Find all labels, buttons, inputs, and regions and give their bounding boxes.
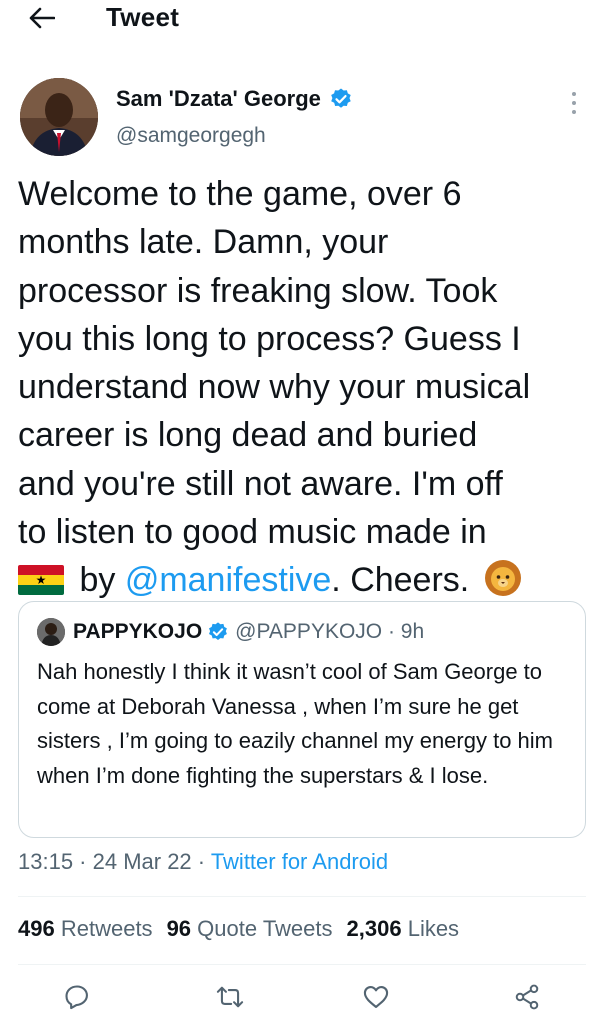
author-handle[interactable]: @samgeorgegh <box>116 124 266 148</box>
tweet-tail: . Cheers. <box>331 561 479 600</box>
tweet-text: Welcome to the game, over 6 months late.… <box>18 170 590 605</box>
action-bar <box>0 982 604 1018</box>
likes-stat[interactable]: 2,306 Likes <box>347 916 460 941</box>
retweets-label: Retweets <box>60 916 153 941</box>
likes-label: Likes <box>407 916 460 941</box>
timestamp-time: 13:15 · 24 Mar 22 · <box>18 849 211 874</box>
author-name-row[interactable]: Sam 'Dzata' George <box>116 86 353 112</box>
verified-badge-icon <box>209 622 228 640</box>
retweets-count: 496 <box>18 916 55 941</box>
mention-link[interactable]: @manifestive <box>125 561 331 599</box>
quoted-meta: @PAPPYKOJO · 9h <box>235 620 425 643</box>
author-name[interactable]: Sam 'Dzata' George <box>116 86 321 112</box>
quoted-avatar[interactable] <box>37 618 65 646</box>
quote-tweets-stat[interactable]: 96 Quote Tweets <box>167 916 333 941</box>
tweet-stats: 496 Retweets 96 Quote Tweets 2,306 Likes <box>18 916 459 942</box>
lion-emoji <box>484 560 521 597</box>
share-icon[interactable] <box>512 982 542 1012</box>
reply-icon[interactable] <box>62 982 92 1012</box>
divider <box>18 964 586 965</box>
divider <box>18 896 586 897</box>
more-options-icon[interactable] <box>566 92 582 114</box>
quoted-text: Nah honestly I think it wasn’t cool of S… <box>37 659 554 788</box>
quoted-tweet[interactable]: PAPPYKOJO @PAPPYKOJO · 9h Nah honestly I… <box>18 601 586 838</box>
quotes-count: 96 <box>166 916 192 941</box>
retweets-stat[interactable]: 496 Retweets <box>18 916 153 941</box>
quotes-label: Quote Tweets <box>197 916 333 941</box>
back-arrow-icon[interactable] <box>28 4 56 32</box>
likes-count: 2,306 <box>346 916 402 941</box>
tweet-body: Welcome to the game, over 6 months late.… <box>18 175 531 552</box>
quoted-author-name: PAPPYKOJO <box>73 620 203 643</box>
retweet-icon[interactable] <box>215 982 245 1012</box>
like-icon[interactable] <box>361 982 391 1012</box>
ghana-flag-emoji: ★ <box>18 565 64 596</box>
author-avatar[interactable] <box>20 78 98 156</box>
top-bar: Tweet <box>0 0 604 44</box>
page-title: Tweet <box>106 2 180 32</box>
tweet-timestamp: 13:15 · 24 Mar 22 · Twitter for Android <box>18 849 388 875</box>
tweet-by: by <box>70 561 125 600</box>
quoted-header: PAPPYKOJO @PAPPYKOJO · 9h <box>73 620 424 644</box>
tweet-source-link[interactable]: Twitter for Android <box>211 849 388 874</box>
verified-badge-icon <box>331 88 351 108</box>
